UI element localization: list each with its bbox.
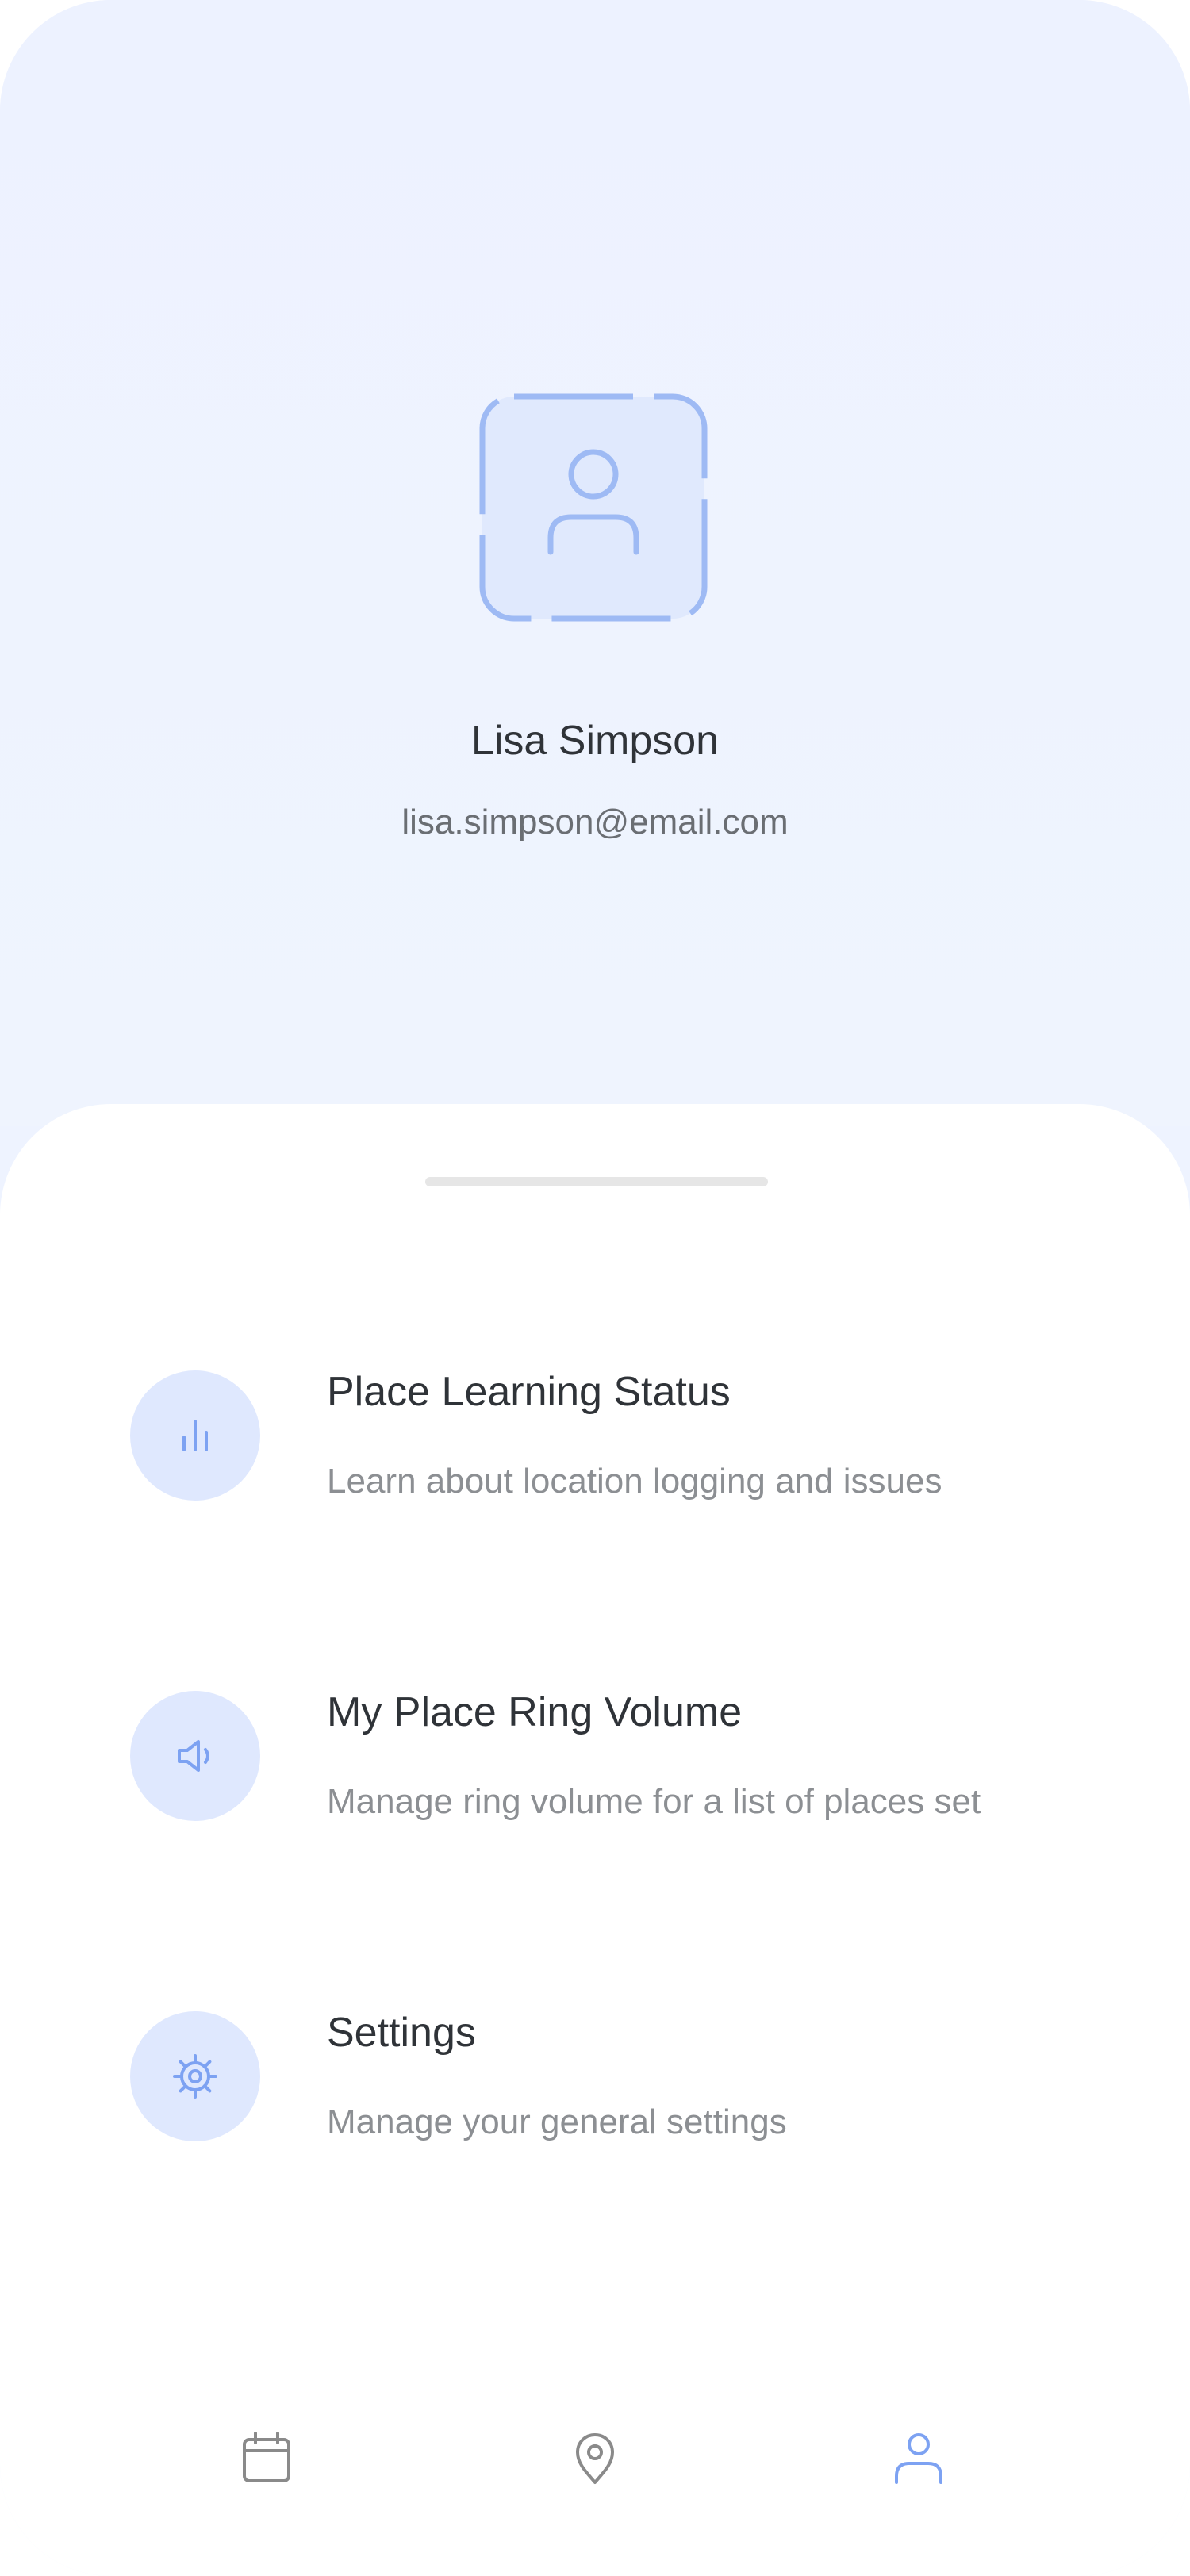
profile-screen: Lisa Simpson lisa.simpson@email.com Plac… [0,0,1190,2576]
tab-profile[interactable] [871,2411,966,2506]
calendar-icon [243,2432,290,2482]
menu-item-subtitle: Learn about location logging and issues [327,1462,942,1501]
tab-places[interactable] [547,2411,643,2506]
bottom-tab-bar [0,2395,1190,2522]
sheet-drag-handle[interactable] [425,1177,768,1186]
profile-header: Lisa Simpson lisa.simpson@email.com [0,0,1190,1126]
menu-item-title: Settings [327,2010,476,2056]
menu-item-ring-volume[interactable]: My Place Ring Volume Manage ring volume … [0,1669,1190,1859]
menu-item-place-learning-status[interactable]: Place Learning Status Learn about locati… [0,1348,1190,1539]
tab-calendar[interactable] [219,2411,314,2506]
menu-sheet: Place Learning Status Learn about locati… [0,1104,1190,2576]
user-icon [479,393,708,622]
menu-item-subtitle: Manage your general settings [327,2103,787,2141]
avatar[interactable] [476,390,711,625]
menu-item-title: My Place Ring Volume [327,1689,743,1735]
menu-item-settings[interactable]: Settings Manage your general settings [0,1989,1190,2179]
location-pin-icon [576,2433,614,2484]
user-icon [895,2433,942,2484]
user-name: Lisa Simpson [470,718,720,764]
user-email: lisa.simpson@email.com [401,803,789,841]
menu-item-title: Place Learning Status [327,1369,731,1415]
speaker-icon [130,1691,260,1821]
gear-icon [130,2011,260,2141]
menu-item-subtitle: Manage ring volume for a list of places … [327,1782,981,1821]
bar-chart-icon [130,1370,260,1501]
